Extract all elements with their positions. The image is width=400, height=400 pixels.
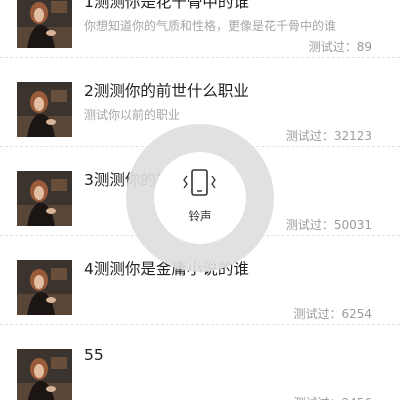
quiz-test-count: 测试过：6254 bbox=[293, 307, 372, 321]
quiz-title: 2测测你的前世什么职业 bbox=[84, 82, 249, 100]
quiz-test-count: 测试过：50031 bbox=[285, 218, 372, 232]
quiz-list-item[interactable]: 1测测你是花千骨中的谁你想知道你的气质和性格，更像是花千骨中的谁测试过：89 bbox=[0, 0, 400, 58]
quiz-subtitle: 你想知道你的气质和性格，更像是花千骨中的谁 bbox=[84, 19, 337, 33]
quiz-test-count: 测试过：2456 bbox=[293, 394, 372, 400]
ringer-toast-center: 铃声 bbox=[154, 152, 246, 244]
ringer-toast-label: 铃声 bbox=[188, 209, 212, 223]
quiz-thumbnail bbox=[17, 82, 72, 137]
quiz-title: 1测测你是花千骨中的谁 bbox=[84, 0, 249, 11]
quiz-thumbnail bbox=[17, 260, 72, 315]
quiz-test-count: 测试过：32123 bbox=[285, 129, 372, 143]
quiz-title: 55 bbox=[84, 346, 104, 364]
quiz-thumbnail bbox=[17, 349, 72, 400]
phone-vibrate-icon bbox=[182, 168, 218, 204]
quiz-thumbnail bbox=[17, 0, 72, 48]
quiz-list-item[interactable]: 55 测试过：2456 bbox=[0, 325, 400, 400]
screen: 1测测你是花千骨中的谁你想知道你的气质和性格，更像是花千骨中的谁测试过：89 2测… bbox=[0, 0, 400, 400]
quiz-test-count: 测试过：89 bbox=[308, 40, 372, 54]
ringer-mode-toast: 铃声 bbox=[126, 124, 274, 272]
quiz-subtitle: 测试你以前的职业 bbox=[84, 108, 181, 122]
quiz-thumbnail bbox=[17, 171, 72, 226]
